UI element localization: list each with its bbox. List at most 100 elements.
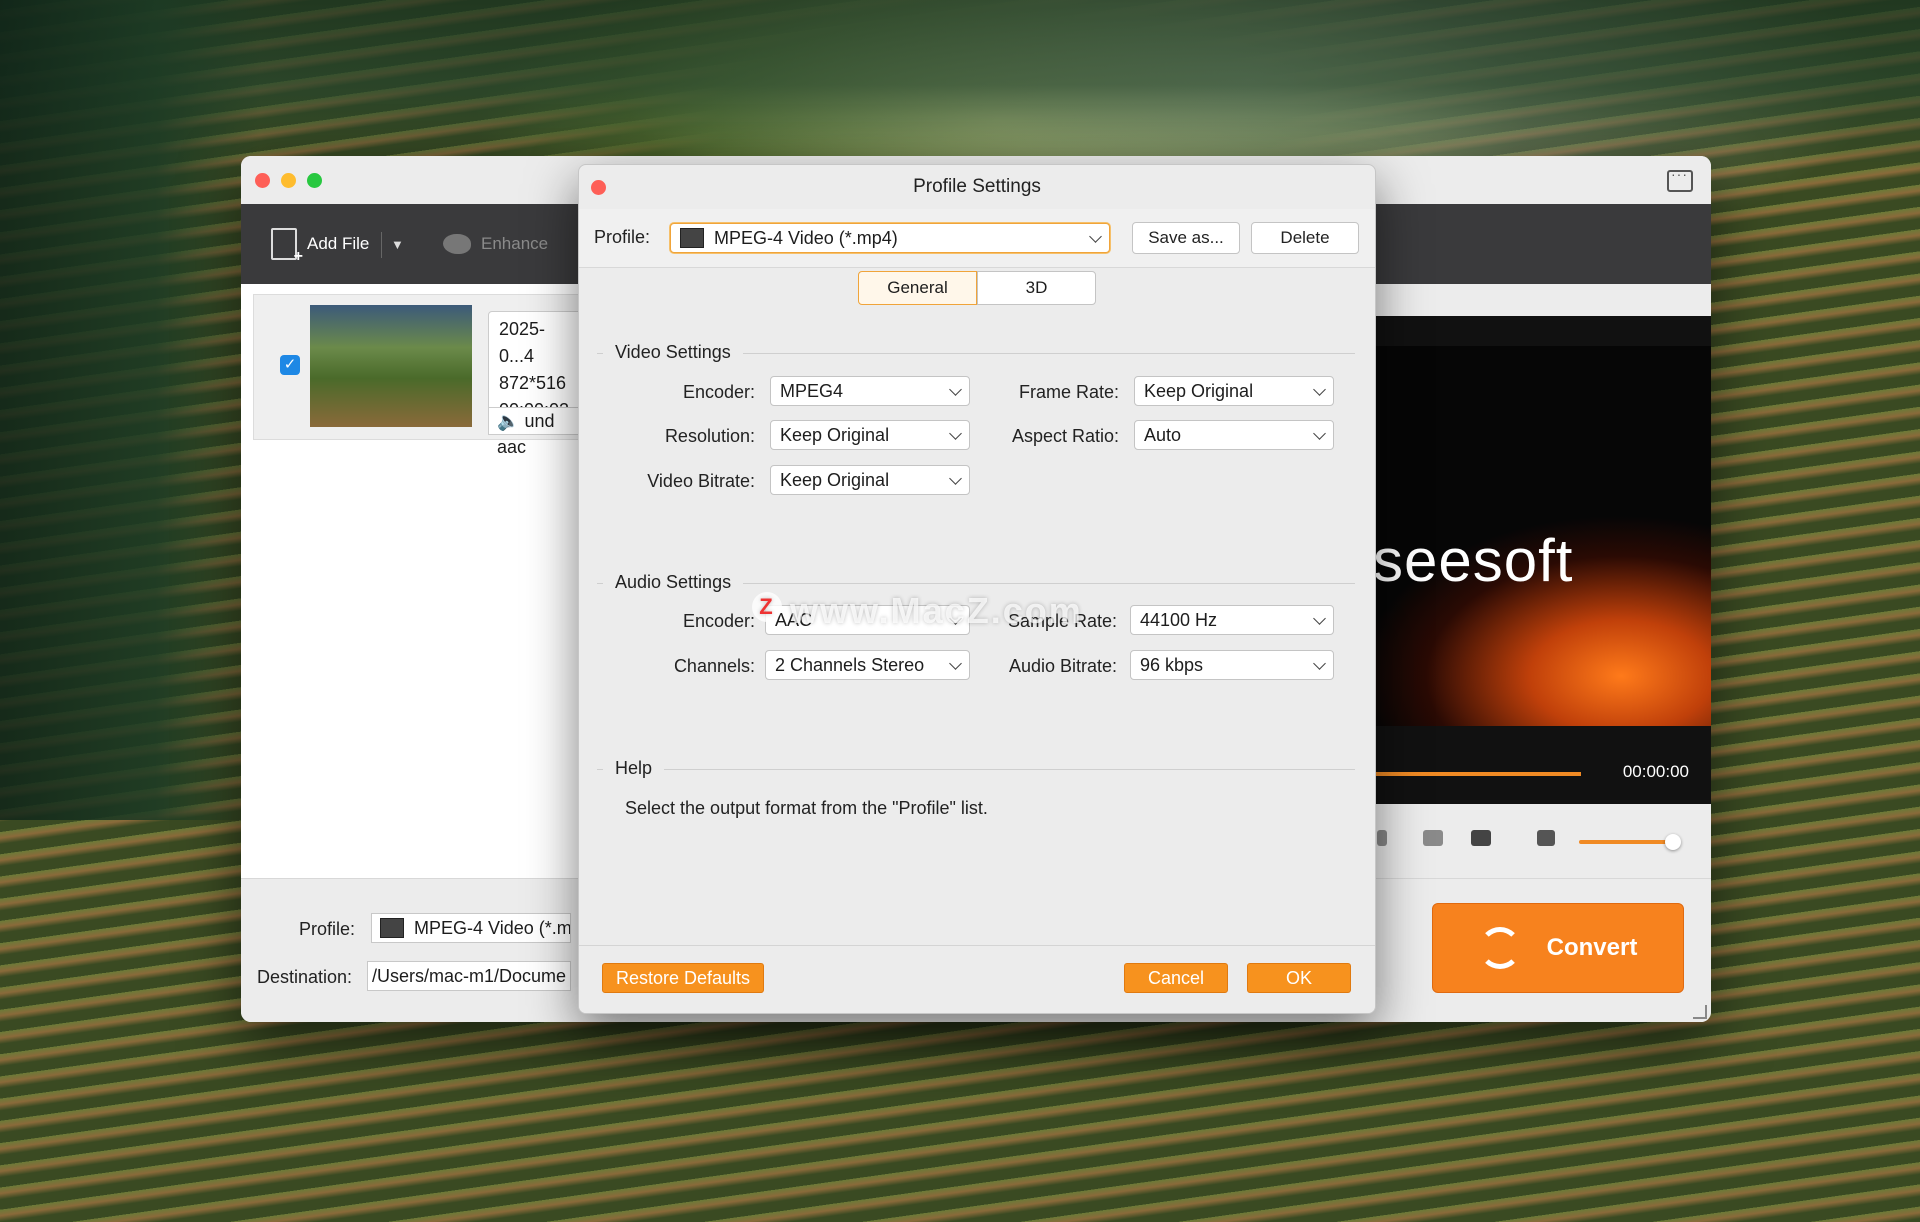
chevron-down-icon bbox=[1313, 427, 1326, 440]
help-title: Help bbox=[603, 758, 665, 779]
chevron-down-icon bbox=[1089, 230, 1102, 243]
add-file-button[interactable]: Add File bbox=[271, 204, 369, 284]
chevron-down-icon bbox=[1313, 657, 1326, 670]
channels-label: Channels: bbox=[673, 656, 755, 676]
dialog-profile-select[interactable]: MPEG-4 Video (*.mp4) bbox=[670, 223, 1110, 253]
watermark-logo: Z bbox=[752, 592, 782, 622]
tab-general[interactable]: General bbox=[858, 271, 977, 305]
convert-label: Convert bbox=[1546, 934, 1638, 961]
mpeg-icon bbox=[380, 917, 404, 938]
channels-value: 2 Channels Stereo bbox=[775, 655, 925, 675]
destination-label: Destination: bbox=[257, 967, 353, 987]
watermark-text: www.MacZ.com bbox=[790, 590, 1083, 631]
chevron-down-icon bbox=[949, 427, 962, 440]
chevron-down-icon bbox=[1313, 383, 1326, 396]
audio-bitrate-select[interactable]: 96 kbps bbox=[1130, 650, 1334, 680]
chevron-down-icon bbox=[949, 383, 962, 396]
toolbar-separator bbox=[381, 232, 382, 258]
dialog-profile-value: MPEG-4 Video (*.mp4) bbox=[714, 228, 898, 248]
dialog-profile-label: Profile: bbox=[594, 227, 651, 247]
help-text: Select the output format from the "Profi… bbox=[625, 798, 988, 818]
dialog-footer: Restore Defaults Cancel OK bbox=[579, 945, 1375, 1013]
sample-rate-value: 44100 Hz bbox=[1140, 610, 1218, 630]
add-file-dropdown-icon[interactable]: ▼ bbox=[391, 204, 404, 284]
palette-icon bbox=[443, 234, 471, 254]
next-frame-icon[interactable] bbox=[1377, 830, 1387, 846]
chevron-down-icon bbox=[949, 657, 962, 670]
resolution-select[interactable]: Keep Original bbox=[770, 420, 970, 450]
aspect-ratio-select[interactable]: Auto bbox=[1134, 420, 1334, 450]
feedback-icon[interactable] bbox=[1667, 166, 1693, 192]
audio-bitrate-value: 96 kbps bbox=[1140, 655, 1204, 675]
watermark: Z www.MacZ.com bbox=[752, 590, 1083, 632]
brand-logo-text: seesoft bbox=[1366, 527, 1574, 594]
zoom-window-button[interactable] bbox=[307, 173, 322, 188]
sample-rate-select[interactable]: 44100 Hz bbox=[1130, 605, 1334, 635]
dialog-title: Profile Settings bbox=[913, 176, 1041, 197]
desktop-wallpaper-forest bbox=[0, 0, 260, 820]
resolution-label: Resolution: bbox=[664, 426, 755, 446]
volume-slider-handle[interactable] bbox=[1665, 834, 1681, 850]
save-as-button[interactable]: Save as... bbox=[1132, 222, 1240, 254]
tab-3d[interactable]: 3D bbox=[977, 271, 1096, 305]
preview-video[interactable]: seesoft bbox=[1366, 346, 1711, 726]
video-bitrate-value: Keep Original bbox=[780, 470, 890, 490]
video-settings-title: Video Settings bbox=[603, 342, 743, 363]
preview-panel: seesoft 00:00:00 bbox=[1366, 316, 1711, 804]
cancel-button[interactable]: Cancel bbox=[1124, 963, 1228, 993]
ok-button[interactable]: OK bbox=[1247, 963, 1351, 993]
close-window-button[interactable] bbox=[255, 173, 270, 188]
convert-icon bbox=[1478, 927, 1521, 969]
video-encoder-label: Encoder: bbox=[682, 382, 755, 402]
frame-rate-select[interactable]: Keep Original bbox=[1134, 376, 1334, 406]
convert-button[interactable]: Convert bbox=[1432, 903, 1684, 993]
channels-select[interactable]: 2 Channels Stereo bbox=[765, 650, 970, 680]
chevron-down-icon bbox=[1313, 612, 1326, 625]
frame-rate-label: Frame Rate: bbox=[1018, 382, 1119, 402]
profile-label: Profile: bbox=[299, 919, 356, 939]
video-thumbnail[interactable] bbox=[310, 305, 472, 427]
minimize-window-button[interactable] bbox=[281, 173, 296, 188]
file-resolution: 872*516 bbox=[499, 373, 567, 393]
help-divider bbox=[597, 769, 1355, 770]
audio-bitrate-label: Audio Bitrate: bbox=[1008, 656, 1117, 676]
volume-icon[interactable] bbox=[1537, 830, 1555, 846]
audio-encoder-label: Encoder: bbox=[682, 611, 755, 631]
mpeg-icon bbox=[680, 227, 704, 248]
speaker-icon: 🔈 bbox=[497, 411, 520, 431]
playback-progress[interactable] bbox=[1371, 772, 1581, 776]
open-folder-icon[interactable] bbox=[1471, 830, 1491, 846]
file-info: 2025-0...4 872*516 00:00:02 bbox=[488, 311, 588, 420]
snapshot-icon[interactable] bbox=[1423, 830, 1443, 846]
add-file-icon bbox=[271, 228, 303, 266]
audio-settings-title: Audio Settings bbox=[603, 572, 744, 593]
profile-value: MPEG-4 Video (*.m bbox=[414, 918, 571, 938]
resolution-value: Keep Original bbox=[780, 425, 890, 445]
desktop-wallpaper-top bbox=[0, 0, 1920, 170]
video-encoder-select[interactable]: MPEG4 bbox=[770, 376, 970, 406]
volume-slider[interactable] bbox=[1579, 840, 1669, 844]
resize-grip[interactable] bbox=[1693, 1005, 1707, 1019]
video-bitrate-label: Video Bitrate: bbox=[647, 471, 755, 491]
playback-controls bbox=[1371, 804, 1711, 878]
video-bitrate-select[interactable]: Keep Original bbox=[770, 465, 970, 495]
aspect-ratio-label: Aspect Ratio: bbox=[1011, 426, 1119, 446]
file-name: 2025-0...4 bbox=[499, 319, 546, 366]
video-encoder-value: MPEG4 bbox=[780, 381, 844, 401]
delete-button[interactable]: Delete bbox=[1251, 222, 1359, 254]
audio-track-select[interactable]: 🔈 und aac bbox=[488, 407, 588, 457]
profile-settings-dialog: Profile Settings Profile: MPEG-4 Video (… bbox=[578, 164, 1376, 1014]
enhance-button[interactable]: Enhance bbox=[443, 204, 548, 284]
settings-tabs: General 3D bbox=[858, 271, 1096, 305]
add-file-label: Add File bbox=[307, 234, 370, 253]
restore-defaults-button[interactable]: Restore Defaults bbox=[602, 963, 764, 993]
aspect-ratio-value: Auto bbox=[1144, 425, 1182, 445]
playback-time: 00:00:00 bbox=[1622, 762, 1689, 781]
file-checkbox[interactable]: ✓ bbox=[280, 355, 300, 375]
profile-row: Profile: MPEG-4 Video (*.mp4) Save as...… bbox=[579, 209, 1375, 268]
enhance-label: Enhance bbox=[481, 234, 549, 253]
destination-field[interactable]: /Users/mac-m1/Docume bbox=[367, 961, 571, 991]
frame-rate-value: Keep Original bbox=[1144, 381, 1254, 401]
chevron-down-icon bbox=[949, 472, 962, 485]
profile-select[interactable]: MPEG-4 Video (*.m bbox=[371, 913, 571, 943]
